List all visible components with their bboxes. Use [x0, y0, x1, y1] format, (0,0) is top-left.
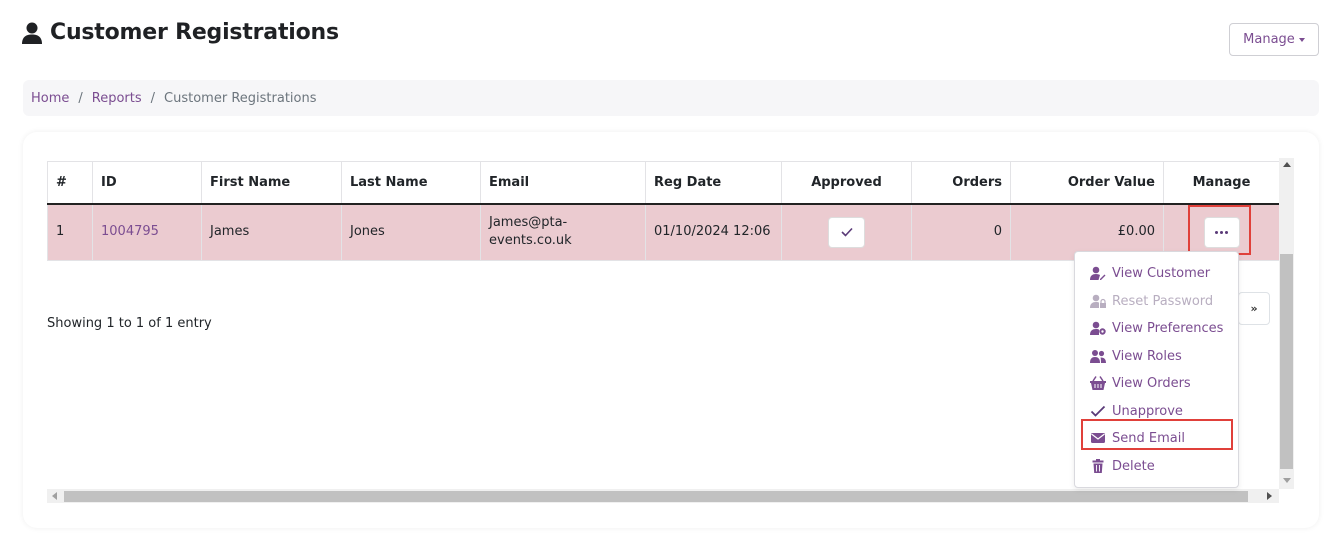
basket-icon — [1090, 376, 1106, 390]
cell-email: James@pta-events.co.uk — [480, 203, 646, 261]
cell-num: 1 — [47, 203, 93, 261]
highlight-row-actions — [1188, 205, 1251, 255]
cell-last-name: Jones — [341, 203, 481, 261]
check-icon — [840, 228, 853, 237]
menu-item-label: Unapprove — [1112, 403, 1183, 419]
table-header-row: # ID First Name Last Name Email Reg Date… — [47, 161, 1280, 205]
breadcrumb-current: Customer Registrations — [164, 90, 317, 106]
menu-item-label: View Orders — [1112, 375, 1191, 391]
scroll-down-arrow-icon[interactable] — [1283, 478, 1291, 483]
menu-item-reset-password[interactable]: Reset Password — [1090, 290, 1213, 312]
breadcrumb-separator: / — [150, 90, 156, 106]
scroll-left-arrow-icon[interactable] — [52, 492, 57, 500]
breadcrumb-reports[interactable]: Reports — [92, 91, 142, 106]
trash-icon — [1092, 459, 1104, 473]
col-header-email[interactable]: Email — [480, 161, 646, 205]
menu-item-view-customer[interactable]: View Customer — [1090, 262, 1210, 284]
scroll-thumb[interactable] — [64, 491, 1248, 502]
scroll-up-arrow-icon[interactable] — [1283, 162, 1291, 167]
user-cog-icon — [1090, 321, 1106, 335]
vertical-scrollbar[interactable] — [1279, 158, 1294, 489]
horizontal-scrollbar[interactable] — [47, 489, 1279, 503]
pagination-next-button[interactable]: » — [1238, 292, 1270, 325]
menu-item-label: View Customer — [1112, 265, 1211, 281]
cell-id: 1004795 — [92, 203, 202, 261]
col-header-first-name[interactable]: First Name — [201, 161, 342, 205]
col-header-approved[interactable]: Approved — [781, 161, 912, 205]
breadcrumb: Home / Reports / Customer Registrations — [23, 80, 1319, 116]
users-icon — [1090, 350, 1106, 363]
col-header-manage: Manage — [1163, 161, 1280, 205]
col-header-num[interactable]: # — [47, 161, 93, 205]
cell-approved — [781, 203, 912, 261]
table-container: # ID First Name Last Name Email Reg Date… — [47, 161, 1280, 261]
menu-item-view-orders[interactable]: View Orders — [1090, 372, 1191, 394]
col-header-last-name[interactable]: Last Name — [341, 161, 481, 205]
menu-item-view-roles[interactable]: View Roles — [1090, 345, 1182, 367]
approved-toggle-button[interactable] — [828, 216, 865, 248]
user-icon — [22, 22, 42, 44]
page-header: Customer Registrations — [22, 20, 339, 45]
caret-down-icon — [1298, 38, 1305, 42]
registrations-table: # ID First Name Last Name Email Reg Date… — [47, 161, 1280, 261]
user-edit-icon — [1090, 266, 1106, 280]
col-header-order-value[interactable]: Order Value — [1010, 161, 1164, 205]
cell-first-name: James — [201, 203, 342, 261]
col-header-id[interactable]: ID — [92, 161, 202, 205]
user-lock-icon — [1090, 294, 1106, 308]
cell-orders: 0 — [911, 203, 1011, 261]
manage-button-label: Manage — [1243, 32, 1295, 47]
row-actions-menu: View Customer Reset Password View Prefer… — [1074, 251, 1239, 488]
menu-item-label: View Roles — [1112, 348, 1182, 364]
col-header-orders[interactable]: Orders — [911, 161, 1011, 205]
customer-id-link[interactable]: 1004795 — [101, 224, 159, 239]
menu-item-view-preferences[interactable]: View Preferences — [1090, 317, 1223, 339]
page-title: Customer Registrations — [50, 20, 339, 45]
menu-item-label: Reset Password — [1112, 293, 1214, 309]
cell-reg-date: 01/10/2024 12:06 — [645, 203, 782, 261]
menu-item-label: View Preferences — [1112, 320, 1224, 336]
scroll-thumb[interactable] — [1280, 254, 1293, 469]
col-header-reg-date[interactable]: Reg Date — [645, 161, 782, 205]
table-info: Showing 1 to 1 of 1 entry — [47, 316, 212, 331]
breadcrumb-home[interactable]: Home — [31, 91, 69, 106]
scroll-right-arrow-icon[interactable] — [1267, 492, 1272, 500]
manage-dropdown-button[interactable]: Manage — [1229, 23, 1319, 56]
menu-item-label: Delete — [1112, 458, 1155, 474]
breadcrumb-separator: / — [78, 90, 83, 106]
menu-item-delete[interactable]: Delete — [1090, 455, 1155, 477]
highlight-send-email — [1081, 419, 1233, 450]
check-icon — [1090, 405, 1106, 417]
